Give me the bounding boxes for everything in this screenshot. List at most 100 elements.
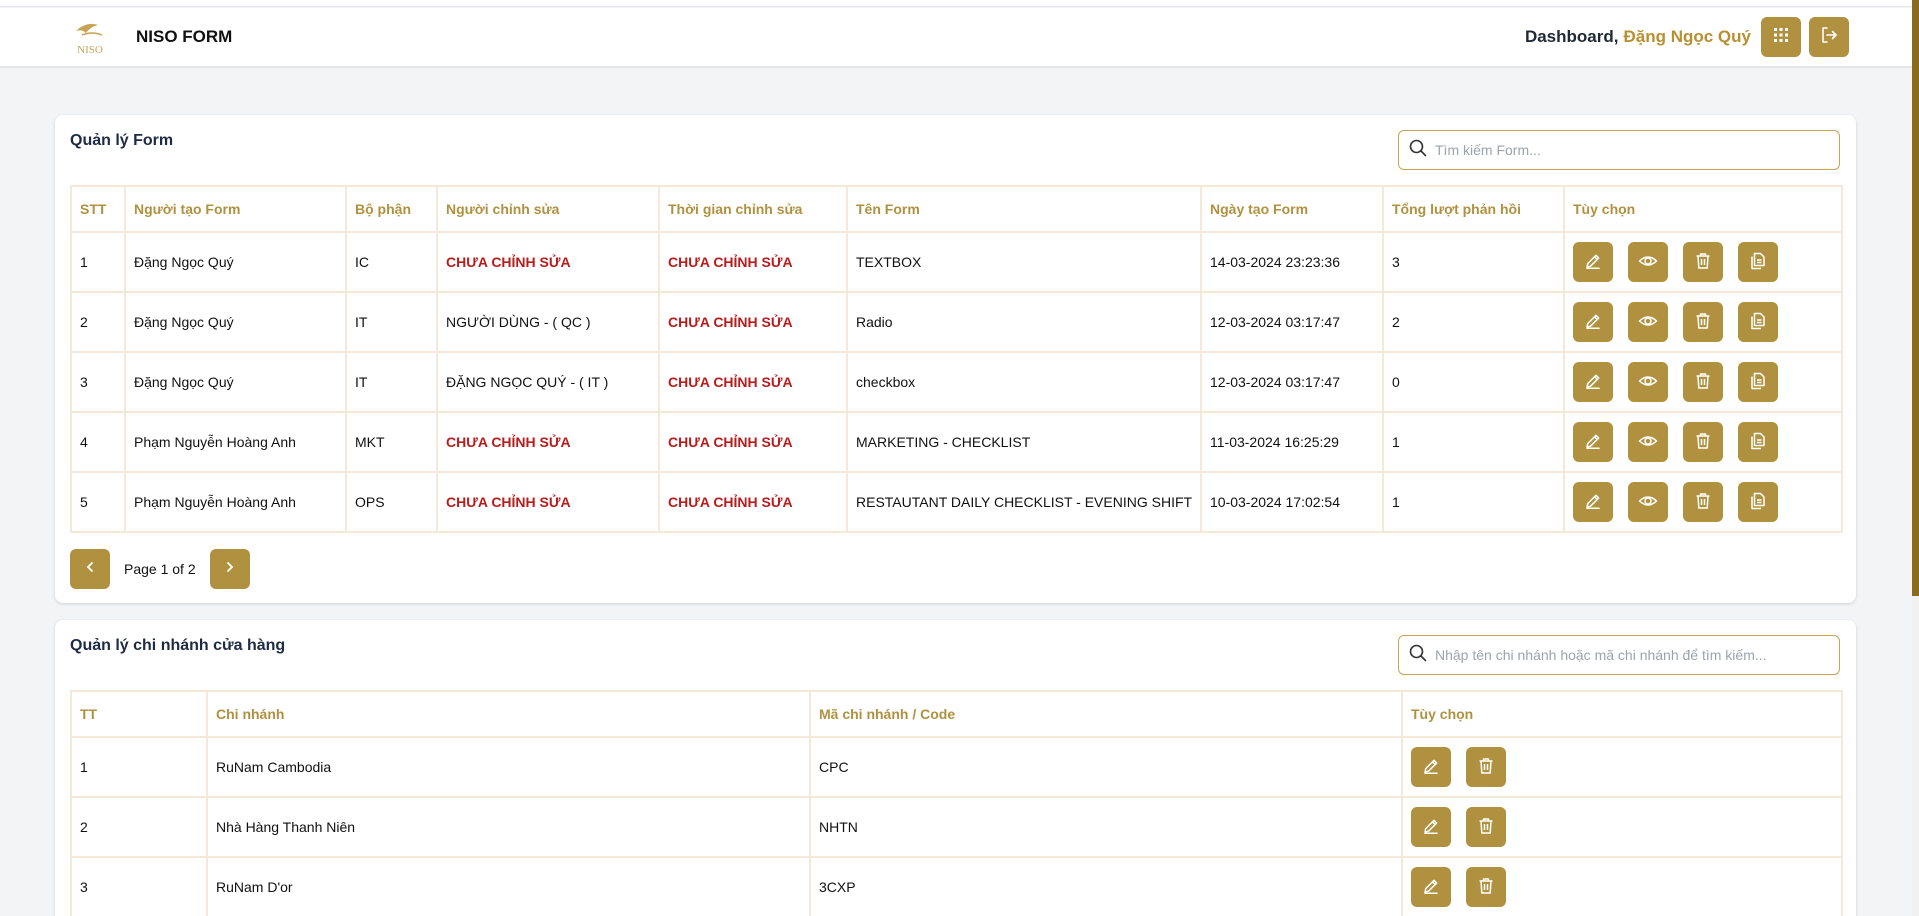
delete-button[interactable] (1683, 302, 1723, 342)
cell-editor-text: CHƯA CHỈNH SỬA (446, 494, 571, 510)
cell-dept-text: IT (355, 374, 368, 390)
niso-logo[interactable]: NISO (60, 14, 120, 60)
delete-button[interactable] (1683, 362, 1723, 402)
brand-title: NISO FORM (136, 27, 233, 46)
row-actions (1401, 796, 1843, 858)
cell-dept: OPS (345, 471, 438, 533)
col-options: Tùy chọn (1563, 185, 1843, 233)
view-button[interactable] (1628, 362, 1668, 402)
forms-header-row: STT Người tạo Form Bộ phận Người chỉnh s… (70, 185, 1843, 233)
trash-icon (1478, 817, 1494, 838)
cell-editor: NGƯỜI DÙNG - ( QC ) (436, 291, 660, 353)
view-button[interactable] (1628, 482, 1668, 522)
cell-branch-name-text: RuNam Cambodia (216, 759, 332, 775)
form-search-input[interactable] (1435, 142, 1835, 158)
cell-tt: 3 (70, 856, 208, 916)
branch-search-input[interactable] (1435, 647, 1835, 663)
chevron-left-icon (84, 560, 96, 578)
cell-editor: CHƯA CHỈNH SỬA (436, 471, 660, 533)
cell-branch-code: 3CXP (809, 856, 1403, 916)
copy-icon (1750, 492, 1766, 513)
branches-header-row: TT Chi nhánh Mã chi nhánh / Code Tùy chọ… (70, 690, 1843, 738)
cell-branch-code: CPC (809, 736, 1403, 798)
cell-form-name-text: Radio (856, 314, 893, 330)
delete-button[interactable] (1683, 422, 1723, 462)
col-responses: Tổng lượt phản hồi (1382, 185, 1565, 233)
cell-form-name: checkbox (846, 351, 1202, 413)
row-actions (1563, 471, 1843, 533)
search-icon (1409, 139, 1427, 162)
duplicate-button[interactable] (1738, 302, 1778, 342)
duplicate-button[interactable] (1738, 242, 1778, 282)
cell-tt-text: 1 (80, 759, 88, 775)
cell-created: 10-03-2024 17:02:54 (1200, 471, 1384, 533)
edit-button[interactable] (1573, 422, 1613, 462)
row-actions (1401, 736, 1843, 798)
dashboard-label[interactable]: Dashboard, (1525, 27, 1619, 47)
cell-dept: MKT (345, 411, 438, 473)
eye-icon (1638, 372, 1658, 393)
prev-page-button[interactable] (70, 549, 110, 589)
cell-editor-text: CHƯA CHỈNH SỬA (446, 254, 571, 270)
form-management-card: Quản lý Form STT Người tạo Form Bộ phận … (55, 115, 1856, 603)
cell-responses: 1 (1382, 471, 1565, 533)
cell-edit-time: CHƯA CHỈNH SỬA (658, 471, 848, 533)
duplicate-button[interactable] (1738, 362, 1778, 402)
col-dept: Bộ phận (345, 185, 438, 233)
edit-button[interactable] (1573, 482, 1613, 522)
apps-button[interactable] (1761, 17, 1801, 57)
cell-creator: Phạm Nguyễn Hoàng Anh (124, 411, 347, 473)
edit-icon (1584, 432, 1602, 453)
edit-button[interactable] (1573, 362, 1613, 402)
cell-form-name: Radio (846, 291, 1202, 353)
cell-created-text: 12-03-2024 03:17:47 (1210, 374, 1340, 390)
edit-icon (1422, 877, 1440, 898)
edit-button[interactable] (1573, 242, 1613, 282)
cell-stt: 1 (70, 231, 126, 293)
cell-responses-text: 0 (1392, 374, 1400, 390)
cell-responses-text: 3 (1392, 254, 1400, 270)
delete-button[interactable] (1683, 482, 1723, 522)
col-branch-options: Tùy chọn (1401, 690, 1843, 738)
trash-icon (1695, 372, 1711, 393)
cell-editor: CHƯA CHỈNH SỬA (436, 231, 660, 293)
copy-icon (1750, 312, 1766, 333)
row-actions (1563, 231, 1843, 293)
copy-icon (1750, 432, 1766, 453)
row-actions (1563, 291, 1843, 353)
cell-creator-text: Phạm Nguyễn Hoàng Anh (134, 434, 296, 450)
view-button[interactable] (1628, 242, 1668, 282)
next-page-button[interactable] (209, 549, 250, 589)
page-scrollbar[interactable] (1912, 0, 1919, 916)
logout-button[interactable] (1809, 17, 1849, 57)
scrollbar-thumb[interactable] (1912, 0, 1919, 596)
delete-button[interactable] (1466, 807, 1506, 847)
table-row: 4 Phạm Nguyễn Hoàng Anh MKT CHƯA CHỈNH SỬA C… (70, 411, 1843, 473)
col-edit-time: Thời gian chỉnh sửa (658, 185, 848, 233)
form-search-box[interactable] (1398, 130, 1840, 170)
edit-button[interactable] (1411, 867, 1451, 907)
delete-button[interactable] (1683, 242, 1723, 282)
user-name[interactable]: Đặng Ngọc Quý (1623, 27, 1751, 47)
delete-button[interactable] (1466, 867, 1506, 907)
cell-editor: CHƯA CHỈNH SỬA (436, 411, 660, 473)
col-branch: Chi nhánh (206, 690, 811, 738)
forms-table: STT Người tạo Form Bộ phận Người chỉnh s… (70, 185, 1843, 533)
duplicate-button[interactable] (1738, 482, 1778, 522)
edit-button[interactable] (1573, 302, 1613, 342)
table-row: 3 Đặng Ngọc Quý IT ĐẶNG NGỌC QUÝ - ( IT ) CH… (70, 351, 1843, 413)
cell-created: 12-03-2024 03:17:47 (1200, 291, 1384, 353)
branch-search-box[interactable] (1398, 635, 1840, 675)
col-creator: Người tạo Form (124, 185, 347, 233)
table-row: 2 Đặng Ngọc Quý IT NGƯỜI DÙNG - ( QC ) CHƯA … (70, 291, 1843, 353)
cell-stt-text: 4 (80, 434, 88, 450)
edit-button[interactable] (1411, 747, 1451, 787)
view-button[interactable] (1628, 302, 1668, 342)
cell-creator-text: Phạm Nguyễn Hoàng Anh (134, 494, 296, 510)
edit-button[interactable] (1411, 807, 1451, 847)
duplicate-button[interactable] (1738, 422, 1778, 462)
delete-button[interactable] (1466, 747, 1506, 787)
cell-dept: IT (345, 291, 438, 353)
cell-edit-time-text: CHƯA CHỈNH SỬA (668, 494, 793, 510)
view-button[interactable] (1628, 422, 1668, 462)
